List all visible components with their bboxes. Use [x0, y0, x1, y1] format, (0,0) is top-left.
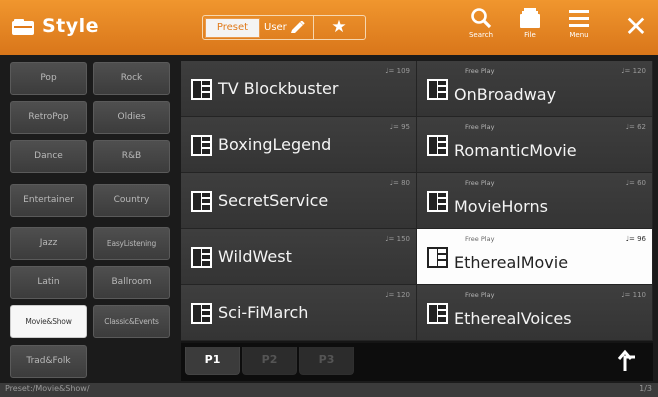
category-rnb[interactable]: R&B [93, 140, 170, 173]
category-classicevents[interactable]: Classic&Events [93, 305, 170, 338]
file-icon [520, 8, 540, 28]
style-subcategory: Free Play [465, 235, 495, 243]
style-item[interactable]: SecretService ♩= 80 [181, 173, 417, 229]
search-icon [471, 8, 492, 29]
folder-icon [12, 19, 34, 35]
style-name: BoxingLegend [218, 135, 332, 154]
style-name: TV Blockbuster [218, 79, 339, 98]
style-tempo: ♩= 60 [625, 179, 646, 187]
close-button[interactable]: ✕ [620, 10, 652, 44]
style-logo-icon [191, 303, 212, 324]
style-name: WildWest [218, 247, 292, 266]
style-tempo: ♩= 120 [621, 67, 646, 75]
search-label: Search [468, 31, 494, 39]
category-easylistening[interactable]: EasyListening [93, 227, 170, 260]
style-logo-icon [191, 79, 212, 100]
style-logo-icon [427, 135, 448, 156]
category-movieshow[interactable]: Movie&Show [10, 305, 87, 338]
style-tempo: ♩= 95 [389, 123, 410, 131]
style-tempo: ♩= 62 [625, 123, 646, 131]
style-logo-icon [191, 191, 212, 212]
style-name: EtherealMovie [454, 253, 569, 272]
style-name: SecretService [218, 191, 329, 210]
style-item[interactable]: Free Play EtherealVoices ♩= 110 [417, 285, 653, 341]
category-oldies[interactable]: Oldies [93, 101, 170, 134]
menu-button[interactable]: Menu [556, 6, 602, 50]
page-tab-p1[interactable]: P1 [185, 347, 240, 375]
style-item[interactable]: BoxingLegend ♩= 95 [181, 117, 417, 173]
style-logo-icon [427, 303, 448, 324]
style-name: Sci-FiMarch [218, 303, 309, 322]
menu-icon [569, 10, 589, 27]
style-logo-icon [191, 135, 212, 156]
pencil-icon [291, 21, 305, 33]
category-rock[interactable]: Rock [93, 62, 170, 95]
style-item[interactable]: Free Play MovieHorns ♩= 60 [417, 173, 653, 229]
style-item[interactable]: Free Play RomanticMovie ♩= 62 [417, 117, 653, 173]
file-button[interactable]: File [507, 6, 553, 50]
style-name: RomanticMovie [454, 141, 577, 160]
style-item[interactable]: Free Play OnBroadway ♩= 120 [417, 61, 653, 117]
category-entertainer[interactable]: Entertainer [10, 184, 87, 217]
category-tradfolk[interactable]: Trad&Folk [10, 345, 87, 378]
style-subcategory: Free Play [465, 67, 495, 75]
tab-favorite[interactable]: ★ [326, 16, 352, 38]
category-ballroom[interactable]: Ballroom [93, 266, 170, 299]
category-jazz[interactable]: Jazz [10, 227, 87, 260]
category-retropop[interactable]: RetroPop [10, 101, 87, 134]
status-page-info: 1/3 [639, 384, 652, 393]
style-list-panel: TV Blockbuster ♩= 109 Free Play OnBroadw… [181, 61, 653, 381]
style-tempo: ♩= 150 [385, 235, 410, 243]
up-folder-icon[interactable] [613, 347, 645, 375]
style-subcategory: Free Play [465, 291, 495, 299]
tab-user-label: User [264, 22, 287, 33]
style-logo-icon [427, 191, 448, 212]
style-subcategory: Free Play [465, 179, 495, 187]
status-bar: Preset:/Movie&Show/ 1/3 [0, 383, 658, 397]
style-logo-icon [191, 247, 212, 268]
style-subcategory: Free Play [465, 123, 495, 131]
style-logo-icon [427, 247, 448, 268]
category-country[interactable]: Country [93, 184, 170, 217]
menu-label: Menu [569, 31, 589, 39]
style-tempo: ♩= 80 [389, 179, 410, 187]
page-tab-bar: P1 P2 P3 [181, 343, 653, 381]
tab-divider [313, 15, 314, 40]
file-label: File [524, 31, 536, 39]
style-item[interactable]: TV Blockbuster ♩= 109 [181, 61, 417, 117]
style-tempo: ♩= 120 [385, 291, 410, 299]
style-item[interactable]: Sci-FiMarch ♩= 120 [181, 285, 417, 341]
style-name: OnBroadway [454, 85, 557, 104]
status-path: Preset:/Movie&Show/ [5, 384, 90, 393]
category-dance[interactable]: Dance [10, 140, 87, 173]
category-latin[interactable]: Latin [10, 266, 87, 299]
style-item-selected[interactable]: Free Play EtherealMovie ♩= 96 [417, 229, 653, 285]
tab-preset[interactable]: Preset [205, 18, 260, 38]
page-tab-p2[interactable]: P2 [242, 347, 297, 375]
page-title: Style [42, 15, 100, 37]
style-name: MovieHorns [454, 197, 548, 216]
style-tempo: ♩= 96 [625, 235, 646, 243]
category-pop[interactable]: Pop [10, 62, 87, 95]
style-name: EtherealVoices [454, 309, 572, 328]
search-button[interactable]: Search [458, 6, 504, 50]
style-item[interactable]: WildWest ♩= 150 [181, 229, 417, 285]
style-logo-icon [427, 79, 448, 100]
page-tab-p3[interactable]: P3 [299, 347, 354, 375]
tab-user[interactable]: User [262, 18, 310, 38]
style-tempo: ♩= 109 [385, 67, 410, 75]
style-tempo: ♩= 110 [621, 291, 646, 299]
